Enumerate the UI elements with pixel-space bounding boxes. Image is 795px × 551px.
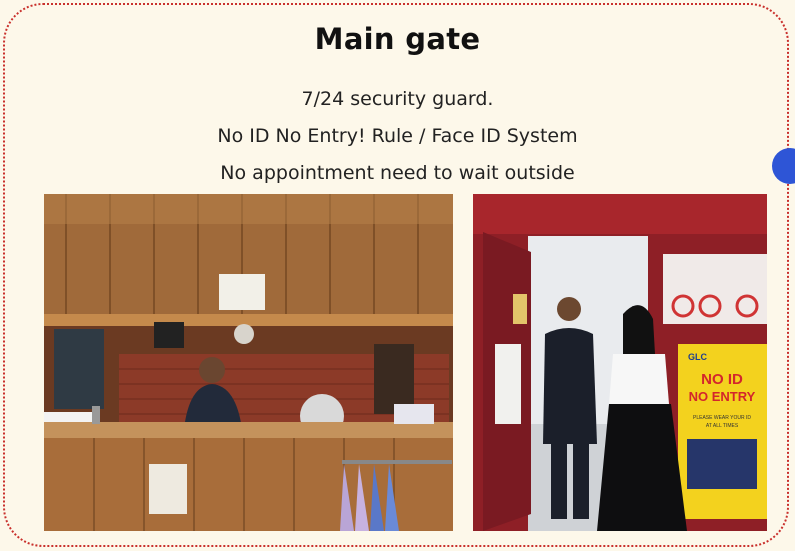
description-line-security: 7/24 security guard. xyxy=(301,88,494,110)
sign-headline-1: NO ID xyxy=(701,371,743,388)
sign-note-2: AT ALL TIMES xyxy=(706,423,739,429)
description-line-id-rule: No ID No Entry! Rule / Face ID System xyxy=(217,125,578,147)
guard-booth-photo xyxy=(44,194,453,531)
sign-brand: GLC xyxy=(688,352,707,362)
sign-note-1: PLEASE WEAR YOUR ID xyxy=(693,415,751,421)
description-line-appointment: No appointment need to wait outside xyxy=(220,162,575,184)
sign-headline-2: NO ENTRY xyxy=(689,389,756,404)
page-title: Main gate xyxy=(314,22,481,56)
entrance-photo: GLC NO ID NO ENTRY PLEASE WEAR YOUR ID A… xyxy=(473,194,767,531)
